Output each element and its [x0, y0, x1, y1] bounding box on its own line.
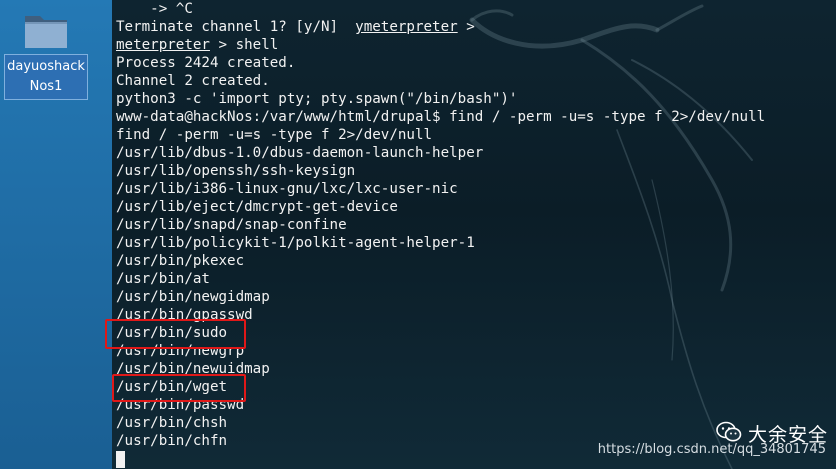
terminal-line: www-data@hackNos:/var/www/html/drupal$ f…: [116, 109, 766, 125]
desktop-icon-label-line1: dayuoshack: [7, 59, 85, 74]
terminal-line: Channel 2 created.: [116, 73, 270, 89]
terminal-line: /usr/bin/newgidmap: [116, 289, 270, 305]
terminal-line: meterpreter > shell: [116, 37, 279, 53]
folder-icon: [23, 10, 69, 50]
terminal-line: -> ^C: [116, 1, 193, 17]
terminal-line: /usr/lib/openssh/ssh-keysign: [116, 163, 356, 179]
desktop-icon-label-line2: Nos1: [29, 79, 63, 94]
terminal-line: /usr/lib/policykit-1/polkit-agent-helper…: [116, 235, 475, 251]
terminal-line: Terminate channel 1? [y/N] ymeterpreter …: [116, 19, 475, 35]
terminal-line: /usr/bin/chsh: [116, 415, 228, 431]
terminal-line: /usr/bin/pkexec: [116, 253, 245, 269]
terminal-line: /usr/lib/snapd/snap-confine: [116, 217, 347, 233]
desktop-folder-dayuoshack-nos1[interactable]: dayuoshack Nos1: [4, 6, 88, 100]
terminal-line: Process 2424 created.: [116, 55, 296, 71]
terminal-line: /usr/bin/at: [116, 271, 210, 287]
terminal-line: /usr/lib/eject/dmcrypt-get-device: [116, 199, 398, 215]
terminal-line: /usr/lib/dbus-1.0/dbus-daemon-launch-hel…: [116, 145, 484, 161]
watermark-url: https://blog.csdn.net/qq_34801745: [597, 442, 826, 457]
desktop: dayuoshack Nos1: [0, 0, 112, 469]
highlight-box-sudo: [105, 319, 246, 349]
terminal-cursor: [116, 451, 125, 468]
terminal-line: /usr/lib/i386-linux-gnu/lxc/lxc-user-nic: [116, 181, 458, 197]
desktop-icon-label: dayuoshack Nos1: [4, 54, 88, 100]
terminal-line: find / -perm -u=s -type f 2>/dev/null: [116, 127, 433, 143]
terminal-line: python3 -c 'import pty; pty.spawn("/bin/…: [116, 91, 518, 107]
highlight-box-wget: [112, 374, 246, 402]
